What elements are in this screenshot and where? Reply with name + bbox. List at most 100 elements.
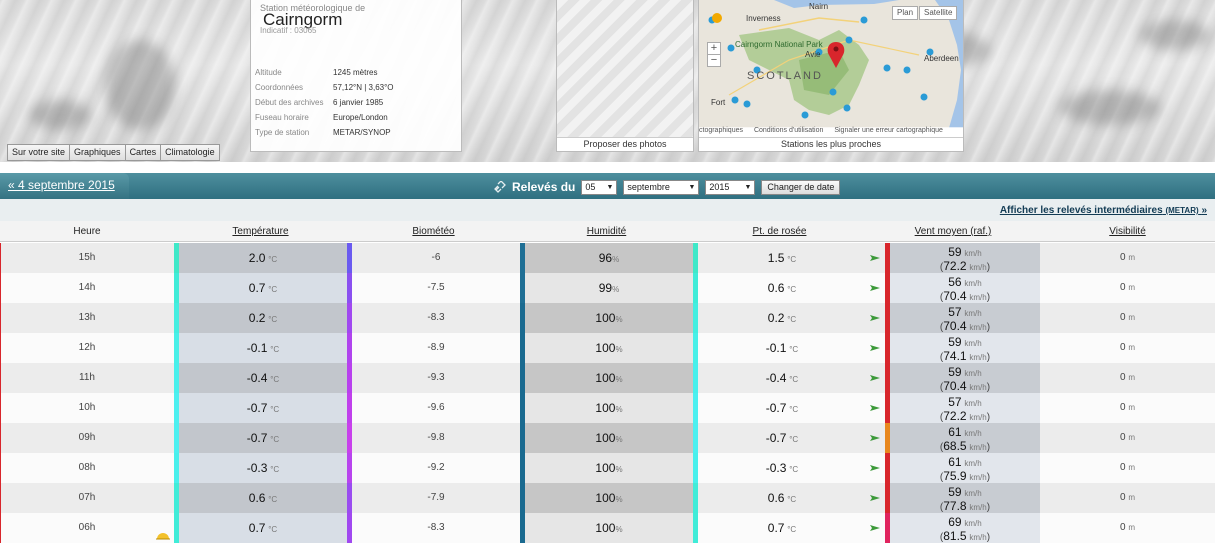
station-marker[interactable] (829, 88, 837, 96)
cell-visibility: 0 m (1040, 423, 1215, 453)
humidity-color-strip (520, 273, 525, 303)
value: -6 (431, 252, 441, 263)
cell-temperature: -0.7 °C (179, 423, 347, 453)
map-attribution-item: ctographiques (699, 127, 743, 134)
year-select[interactable]: 2015 (705, 179, 756, 195)
dewpoint-color-strip (693, 363, 698, 393)
map-satellite-button[interactable]: Satellite (919, 6, 958, 20)
col-header-hour: Heure (0, 221, 174, 242)
cell-wind: 59 km/h (70.4 km/h) (890, 363, 1040, 393)
wind-direction-icon (870, 285, 880, 291)
hour-value: 09h (78, 432, 96, 443)
map-label: SCOTLAND (747, 70, 823, 82)
propose-photos-link[interactable]: Proposer des photos (557, 137, 693, 151)
value: 0.2 (248, 311, 266, 325)
cell-humidity: 100% (525, 363, 693, 393)
background-bird-shape (30, 100, 90, 130)
col-header-visibility[interactable]: Visibilité (1040, 221, 1215, 242)
cell-hour: 15h (0, 243, 174, 273)
col-header-temperature[interactable]: Température (174, 221, 347, 242)
cell-hour: 06h (0, 513, 174, 543)
col-header-biometeo[interactable]: Biométéo (347, 221, 520, 242)
value: 69 (948, 515, 962, 529)
value: 100 (595, 401, 616, 415)
show-intermediate-link[interactable]: Afficher les relevés intermédiaires (MET… (1000, 205, 1207, 216)
photo-box[interactable]: Proposer des photos (556, 0, 694, 152)
cell-humidity: 100% (525, 423, 693, 453)
tab-maps[interactable]: Cartes (124, 144, 162, 161)
station-marker[interactable] (731, 96, 739, 104)
humidity-color-strip (520, 303, 525, 333)
unit: km/h (964, 369, 982, 378)
tab-graphs[interactable]: Graphiques (69, 144, 126, 161)
tab-climatology[interactable]: Climatologie (160, 144, 220, 161)
value: -0.7 (246, 401, 268, 415)
metar-tag[interactable]: (METAR) (1165, 206, 1198, 215)
pegman-icon[interactable] (712, 13, 722, 23)
value: 56 (948, 275, 962, 289)
hour-value: 07h (78, 492, 96, 503)
col-header-humidity[interactable]: Humidité (520, 221, 693, 242)
station-marker[interactable] (903, 66, 911, 74)
chevron-right-icon[interactable]: » (1201, 205, 1207, 216)
cell-wind: 57 km/h (72.2 km/h) (890, 393, 1040, 423)
station-marker[interactable] (920, 93, 928, 101)
cell-dewpoint: -0.4 °C (698, 363, 866, 393)
nearest-stations-link[interactable]: Stations les plus proches (699, 137, 963, 151)
station-marker[interactable] (860, 16, 868, 24)
value: -9.8 (427, 432, 445, 443)
day-select[interactable]: 05 (581, 179, 618, 195)
station-marker[interactable] (801, 111, 809, 119)
cell-hour: 11h (0, 363, 174, 393)
show-intermediate-label[interactable]: Afficher les relevés intermédiaires (1000, 205, 1163, 216)
unit: °C (268, 315, 278, 324)
value: -7.9 (427, 492, 445, 503)
wind-mean: 59 km/h (890, 336, 1040, 350)
station-marker[interactable] (883, 64, 891, 72)
humidity-color-strip (520, 363, 525, 393)
cell-hour: 07h (0, 483, 174, 513)
value: -9.3 (427, 372, 445, 383)
map-report-error-link[interactable]: Signaler une erreur cartographique (834, 127, 943, 134)
unit: °C (268, 525, 278, 534)
tab-on-your-site[interactable]: Sur votre site (7, 144, 71, 161)
table-row: 11h -0.4 °C -9.3 100% -0.4 °C 59 km/h (70.4 km… (0, 363, 1215, 393)
map-label: Nairn (809, 2, 829, 11)
unit: km/h (969, 383, 987, 392)
unit: % (615, 435, 623, 444)
station-marker[interactable] (843, 104, 851, 112)
station-marker[interactable] (845, 36, 853, 44)
cell-hour: 13h (0, 303, 174, 333)
cell-biometeo: -9.3 (352, 363, 520, 393)
dewpoint-color-strip (693, 453, 698, 483)
prev-day-link[interactable]: « 4 septembre 2015 (0, 173, 129, 197)
col-header-wind[interactable]: Vent moyen (raf.) (866, 221, 1040, 242)
cell-dewpoint: -0.7 °C (698, 423, 866, 453)
map-terms-link[interactable]: Conditions d'utilisation (754, 127, 823, 134)
cell-temperature: -0.3 °C (179, 453, 347, 483)
value: 0 (1119, 372, 1126, 383)
cell-dewpoint: -0.1 °C (698, 333, 866, 363)
zoom-out-button[interactable]: − (707, 54, 721, 67)
change-date-button[interactable]: Changer de date (761, 179, 841, 195)
station-marker[interactable] (727, 44, 735, 52)
value: 96 (598, 251, 613, 265)
wind-gust: (74.1 km/h) (939, 349, 991, 363)
map-label: Inverness (746, 14, 781, 23)
cell-hour: 10h (0, 393, 174, 423)
wind-direction-icon (870, 345, 880, 351)
info-value: METAR/SYNOP (333, 128, 391, 137)
cell-visibility: 0 m (1040, 513, 1215, 543)
value: 0.6 (248, 491, 266, 505)
wind-gust: (72.2 km/h) (939, 409, 991, 423)
station-marker[interactable] (743, 100, 751, 108)
col-header-dewpoint[interactable]: Pt. de rosée (693, 221, 866, 242)
month-select[interactable]: septembre (623, 179, 700, 195)
value: 59 (948, 245, 962, 259)
cell-wind: 59 km/h (77.8 km/h) (890, 483, 1040, 513)
table-row: 10h -0.7 °C -9.6 100% -0.7 °C 57 km/h (72.2 km… (0, 393, 1215, 423)
hour-value: 08h (78, 462, 96, 473)
dewpoint-color-strip (693, 303, 698, 333)
nearest-stations-map[interactable]: + − Plan Satellite Inverness Cairngorm N… (698, 0, 964, 152)
map-plan-button[interactable]: Plan (892, 6, 919, 20)
